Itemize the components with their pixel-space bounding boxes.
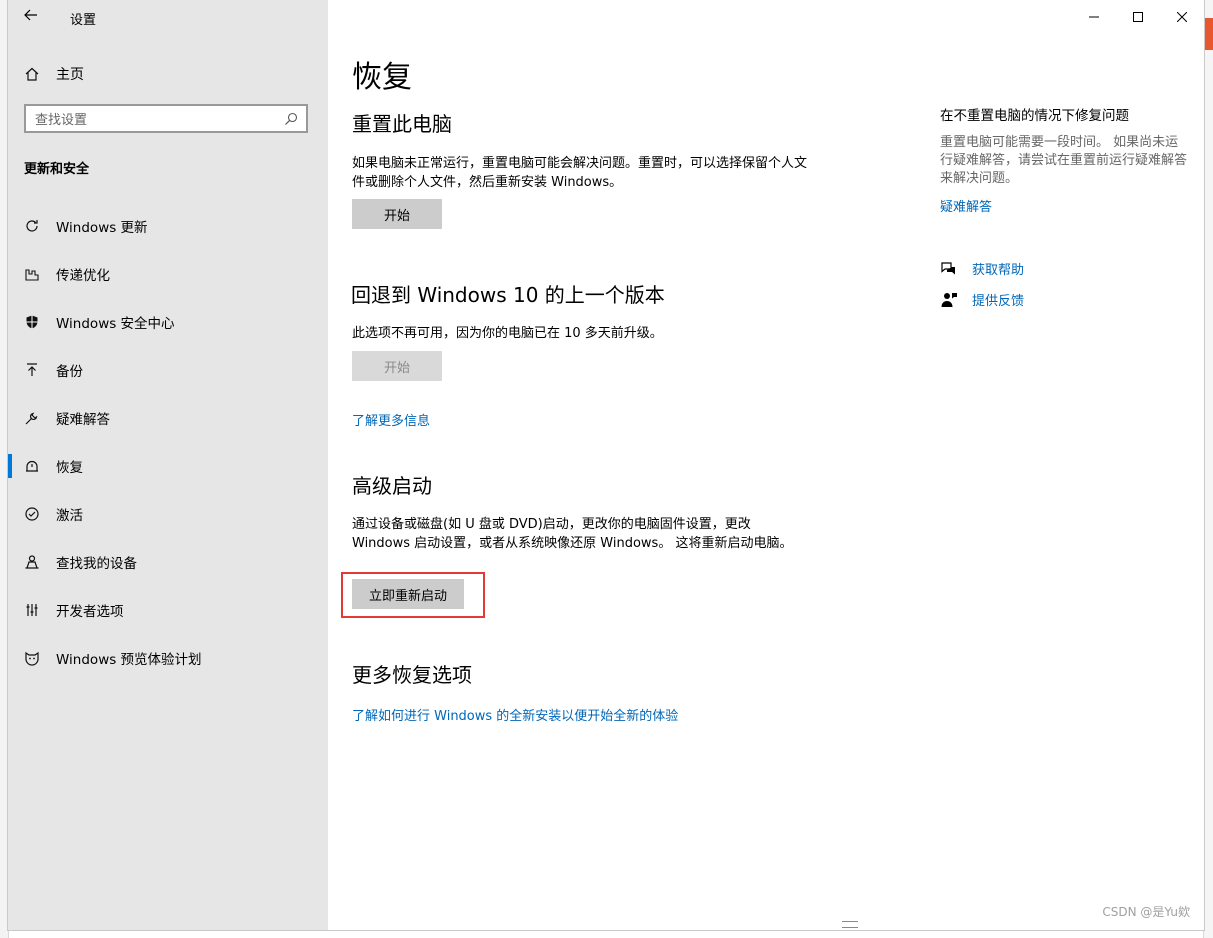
- sidebar-item-recovery[interactable]: 恢复: [8, 442, 328, 490]
- recovery-icon: [22, 456, 42, 476]
- sidebar-item-label: Windows 预览体验计划: [56, 652, 202, 668]
- advanced-startup-heading: 高级启动: [352, 474, 432, 498]
- rollback-heading: 回退到 Windows 10 的上一个版本: [351, 283, 665, 307]
- chat-help-icon: [941, 261, 955, 274]
- more-recovery-heading: 更多恢复选项: [352, 663, 472, 687]
- watermark: CSDN @是Yu欸: [1102, 905, 1190, 919]
- learn-more-link[interactable]: 了解更多信息: [352, 410, 430, 429]
- maximize-button[interactable]: [1116, 4, 1160, 30]
- shield-icon: [22, 312, 42, 332]
- sidebar-item-insider-program[interactable]: Windows 预览体验计划: [8, 634, 328, 682]
- reset-heading: 重置此电脑: [352, 112, 452, 136]
- sidebar-item-troubleshoot[interactable]: 疑难解答: [8, 394, 328, 442]
- sidebar: 设置 主页 查找设置 更新和安全 Windows 更新 传递优化 Windows…: [8, 0, 328, 930]
- sidebar-item-label: 备份: [56, 364, 83, 380]
- insider-cat-icon: [22, 648, 42, 668]
- related-title: 在不重置电脑的情况下修复问题: [940, 108, 1129, 124]
- wrench-icon: [22, 408, 42, 428]
- sidebar-item-label: 查找我的设备: [56, 556, 137, 572]
- sidebar-item-label: 激活: [56, 508, 83, 524]
- feedback-label: 提供反馈: [972, 294, 1025, 309]
- person-pin-icon: [22, 552, 42, 572]
- troubleshoot-link[interactable]: 疑难解答: [940, 196, 1190, 215]
- close-button[interactable]: [1160, 4, 1204, 30]
- sidebar-item-label: 传递优化: [56, 268, 110, 284]
- minimize-button[interactable]: [1072, 4, 1116, 30]
- sidebar-item-label: 开发者选项: [56, 604, 124, 620]
- sidebar-item-find-my-device[interactable]: 查找我的设备: [8, 538, 328, 586]
- sidebar-item-label: 疑难解答: [56, 412, 110, 428]
- sidebar-item-backup[interactable]: 备份: [8, 346, 328, 394]
- rollback-start-button[interactable]: 开始: [352, 351, 442, 381]
- minimize-icon: [1089, 16, 1099, 18]
- refresh-icon: [22, 216, 42, 236]
- search-icon: [285, 112, 298, 125]
- back-button[interactable]: [20, 6, 42, 28]
- sidebar-item-activation[interactable]: 激活: [8, 490, 328, 538]
- page-title: 恢复: [352, 60, 412, 95]
- reset-description: 如果电脑未正常运行，重置电脑可能会解决问题。重置时，可以选择保留个人文件或删除个…: [352, 156, 808, 190]
- related-panel: 在不重置电脑的情况下修复问题 重置电脑可能需要一段时间。 如果尚未运行疑难解答，…: [940, 104, 1190, 215]
- sidebar-item-developer-options[interactable]: 开发者选项: [8, 586, 328, 634]
- sidebar-item-label: Windows 更新: [56, 220, 148, 236]
- main-content: 恢复 重置此电脑 如果电脑未正常运行，重置电脑可能会解决问题。重置时，可以选择保…: [328, 0, 1204, 930]
- feedback-icon: [941, 292, 957, 307]
- close-icon: [1177, 12, 1187, 22]
- sidebar-home-label: 主页: [56, 67, 84, 83]
- advanced-startup-description: 通过设备或磁盘(如 U 盘或 DVD)启动，更改你的电脑固件设置，更改 Wind…: [352, 517, 793, 551]
- sidebar-item-windows-update[interactable]: Windows 更新: [8, 202, 328, 250]
- sidebar-item-label: 恢复: [56, 460, 83, 476]
- developer-tools-icon: [22, 600, 42, 620]
- related-text: 重置电脑可能需要一段时间。 如果尚未运行疑难解答，请尝试在重置前运行疑难解答来解…: [940, 135, 1188, 186]
- back-arrow-icon: [24, 9, 37, 21]
- restart-now-button[interactable]: 立即重新启动: [352, 579, 464, 609]
- app-title: 设置: [70, 13, 97, 28]
- background-window-right: [1203, 0, 1213, 938]
- feedback-link[interactable]: 提供反馈: [940, 290, 1024, 309]
- section-title: 更新和安全: [24, 162, 90, 177]
- maximize-icon: [1133, 12, 1143, 22]
- resize-grip[interactable]: [842, 921, 858, 928]
- home-icon: [22, 64, 42, 84]
- clean-install-link[interactable]: 了解如何进行 Windows 的全新安装以便开始全新的体验: [352, 705, 678, 724]
- sidebar-item-delivery-optimization[interactable]: 传递优化: [8, 250, 328, 298]
- background-orange-tab: [1204, 18, 1213, 50]
- check-circle-icon: [22, 504, 42, 524]
- sidebar-item-label: Windows 安全中心: [56, 316, 175, 332]
- rollback-description: 此选项不再可用，因为你的电脑已在 10 多天前升级。: [352, 326, 663, 341]
- search-input[interactable]: 查找设置: [24, 104, 308, 133]
- backup-arrow-icon: [22, 360, 42, 380]
- sidebar-nav: Windows 更新 传递优化 Windows 安全中心 备份 疑难解答 恢复 …: [8, 202, 328, 682]
- search-placeholder: 查找设置: [35, 113, 88, 128]
- get-help-label: 获取帮助: [972, 263, 1025, 278]
- reset-start-button[interactable]: 开始: [352, 199, 442, 229]
- sidebar-item-home[interactable]: 主页: [22, 62, 84, 86]
- settings-window: 设置 主页 查找设置 更新和安全 Windows 更新 传递优化 Windows…: [8, 0, 1204, 930]
- get-help-link[interactable]: 获取帮助: [940, 259, 1024, 278]
- delivery-icon: [22, 264, 42, 284]
- sidebar-item-security-center[interactable]: Windows 安全中心: [8, 298, 328, 346]
